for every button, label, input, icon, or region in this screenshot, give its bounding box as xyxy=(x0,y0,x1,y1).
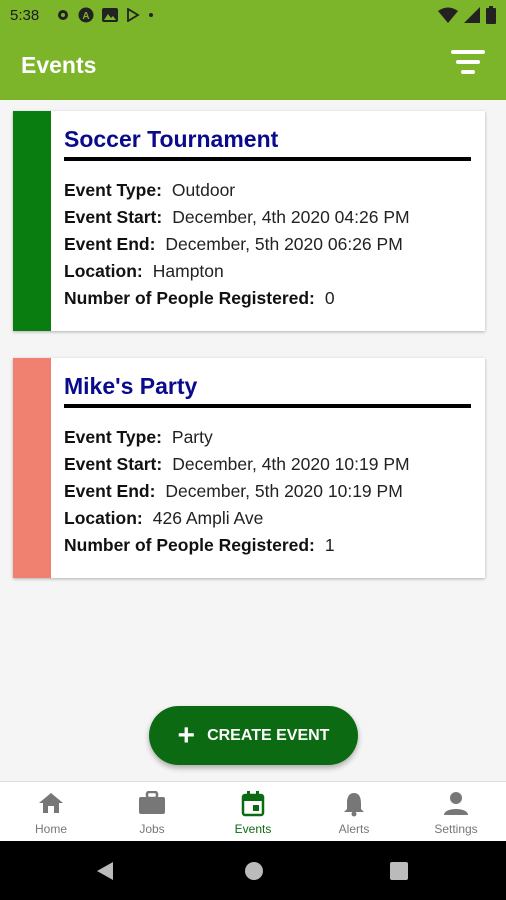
event-start-value: December, 4th 2020 04:26 PM xyxy=(172,207,410,227)
nav-label-settings: Settings xyxy=(434,822,478,836)
bottom-navigation: Home Jobs Events Alerts Settings xyxy=(0,781,506,842)
event-type-label: Event Type: xyxy=(64,180,162,200)
event-start-value: December, 4th 2020 10:19 PM xyxy=(172,454,410,474)
home-circle-icon[interactable] xyxy=(244,861,264,881)
registered-row: Number of People Registered: 1 xyxy=(64,535,335,556)
filter-icon-line xyxy=(451,50,485,54)
location-row: Location: 426 Ampli Ave xyxy=(64,508,263,529)
event-accent-bar xyxy=(13,358,51,578)
title-divider xyxy=(64,157,471,161)
app-a-icon: A xyxy=(78,7,94,23)
nav-label-home: Home xyxy=(34,822,67,836)
dot-icon xyxy=(149,13,153,17)
event-type-row: Event Type: Party xyxy=(64,427,213,448)
registered-value: 1 xyxy=(324,535,335,555)
wifi-icon xyxy=(438,7,458,23)
home-icon xyxy=(39,793,63,813)
event-type-value: Outdoor xyxy=(171,180,236,200)
calendar-icon xyxy=(241,791,265,817)
settings-gear-icon xyxy=(58,10,68,20)
nav-label-events: Events xyxy=(234,822,272,836)
svg-text:A: A xyxy=(82,11,89,22)
status-notification-icons: A xyxy=(56,7,154,23)
create-event-button[interactable]: + CREATE EVENT xyxy=(149,706,358,765)
status-bar: 5:38 A xyxy=(0,0,506,32)
event-title: Mike's Party xyxy=(64,373,198,399)
image-icon xyxy=(102,8,118,22)
event-type-label: Event Type: xyxy=(64,427,162,447)
nav-item-home[interactable]: Home xyxy=(11,782,91,842)
event-end-value: December, 5th 2020 06:26 PM xyxy=(165,234,403,254)
event-start-label: Event Start: xyxy=(64,454,163,474)
location-value: 426 Ampli Ave xyxy=(152,508,264,528)
signal-icon xyxy=(464,7,480,23)
event-end-row: Event End: December, 5th 2020 06:26 PM xyxy=(64,234,403,255)
location-label: Location: xyxy=(64,261,143,281)
nav-item-jobs[interactable]: Jobs xyxy=(112,782,192,842)
person-icon xyxy=(444,792,468,815)
event-start-label: Event Start: xyxy=(64,207,163,227)
play-store-icon xyxy=(127,8,140,22)
location-value: Hampton xyxy=(152,261,224,281)
create-event-label: CREATE EVENT xyxy=(207,726,330,744)
filter-icon-line xyxy=(456,60,480,64)
briefcase-icon xyxy=(139,791,165,814)
bell-icon xyxy=(344,793,364,817)
status-time: 5:38 xyxy=(10,7,40,24)
event-accent-bar xyxy=(13,111,51,331)
registered-label: Number of People Registered: xyxy=(64,288,315,308)
page-title: Events xyxy=(21,52,97,78)
plus-icon: + xyxy=(177,718,196,752)
event-card[interactable]: Mike's Party Event Type: Party Event Star… xyxy=(13,358,485,578)
title-divider xyxy=(64,404,471,408)
event-type-value: Party xyxy=(171,427,213,447)
registered-row: Number of People Registered: 0 xyxy=(64,288,335,309)
filter-icon-line xyxy=(461,70,475,74)
location-row: Location: Hampton xyxy=(64,261,224,282)
event-end-row: Event End: December, 5th 2020 10:19 PM xyxy=(64,481,403,502)
event-start-row: Event Start: December, 4th 2020 04:26 PM xyxy=(64,207,410,228)
recents-icon[interactable] xyxy=(390,862,408,880)
nav-item-events[interactable]: Events xyxy=(213,782,293,842)
registered-label: Number of People Registered: xyxy=(64,535,315,555)
battery-icon xyxy=(486,6,496,24)
event-type-row: Event Type: Outdoor xyxy=(64,180,235,201)
status-system-icons xyxy=(438,6,496,24)
event-card[interactable]: Soccer Tournament Event Type: Outdoor Eve… xyxy=(13,111,485,331)
nav-item-alerts[interactable]: Alerts xyxy=(314,782,394,842)
event-end-label: Event End: xyxy=(64,234,156,254)
nav-label-alerts: Alerts xyxy=(338,822,370,836)
nav-label-jobs: Jobs xyxy=(139,822,165,836)
event-end-value: December, 5th 2020 10:19 PM xyxy=(165,481,403,501)
system-navigation-bar xyxy=(0,841,506,900)
location-label: Location: xyxy=(64,508,143,528)
event-start-row: Event Start: December, 4th 2020 10:19 PM xyxy=(64,454,410,475)
filter-button[interactable] xyxy=(450,50,486,82)
registered-value: 0 xyxy=(324,288,335,308)
nav-item-settings[interactable]: Settings xyxy=(416,782,496,842)
event-title: Soccer Tournament xyxy=(64,126,279,152)
event-end-label: Event End: xyxy=(64,481,156,501)
app-bar: Events xyxy=(0,32,506,100)
back-icon[interactable] xyxy=(96,861,114,881)
